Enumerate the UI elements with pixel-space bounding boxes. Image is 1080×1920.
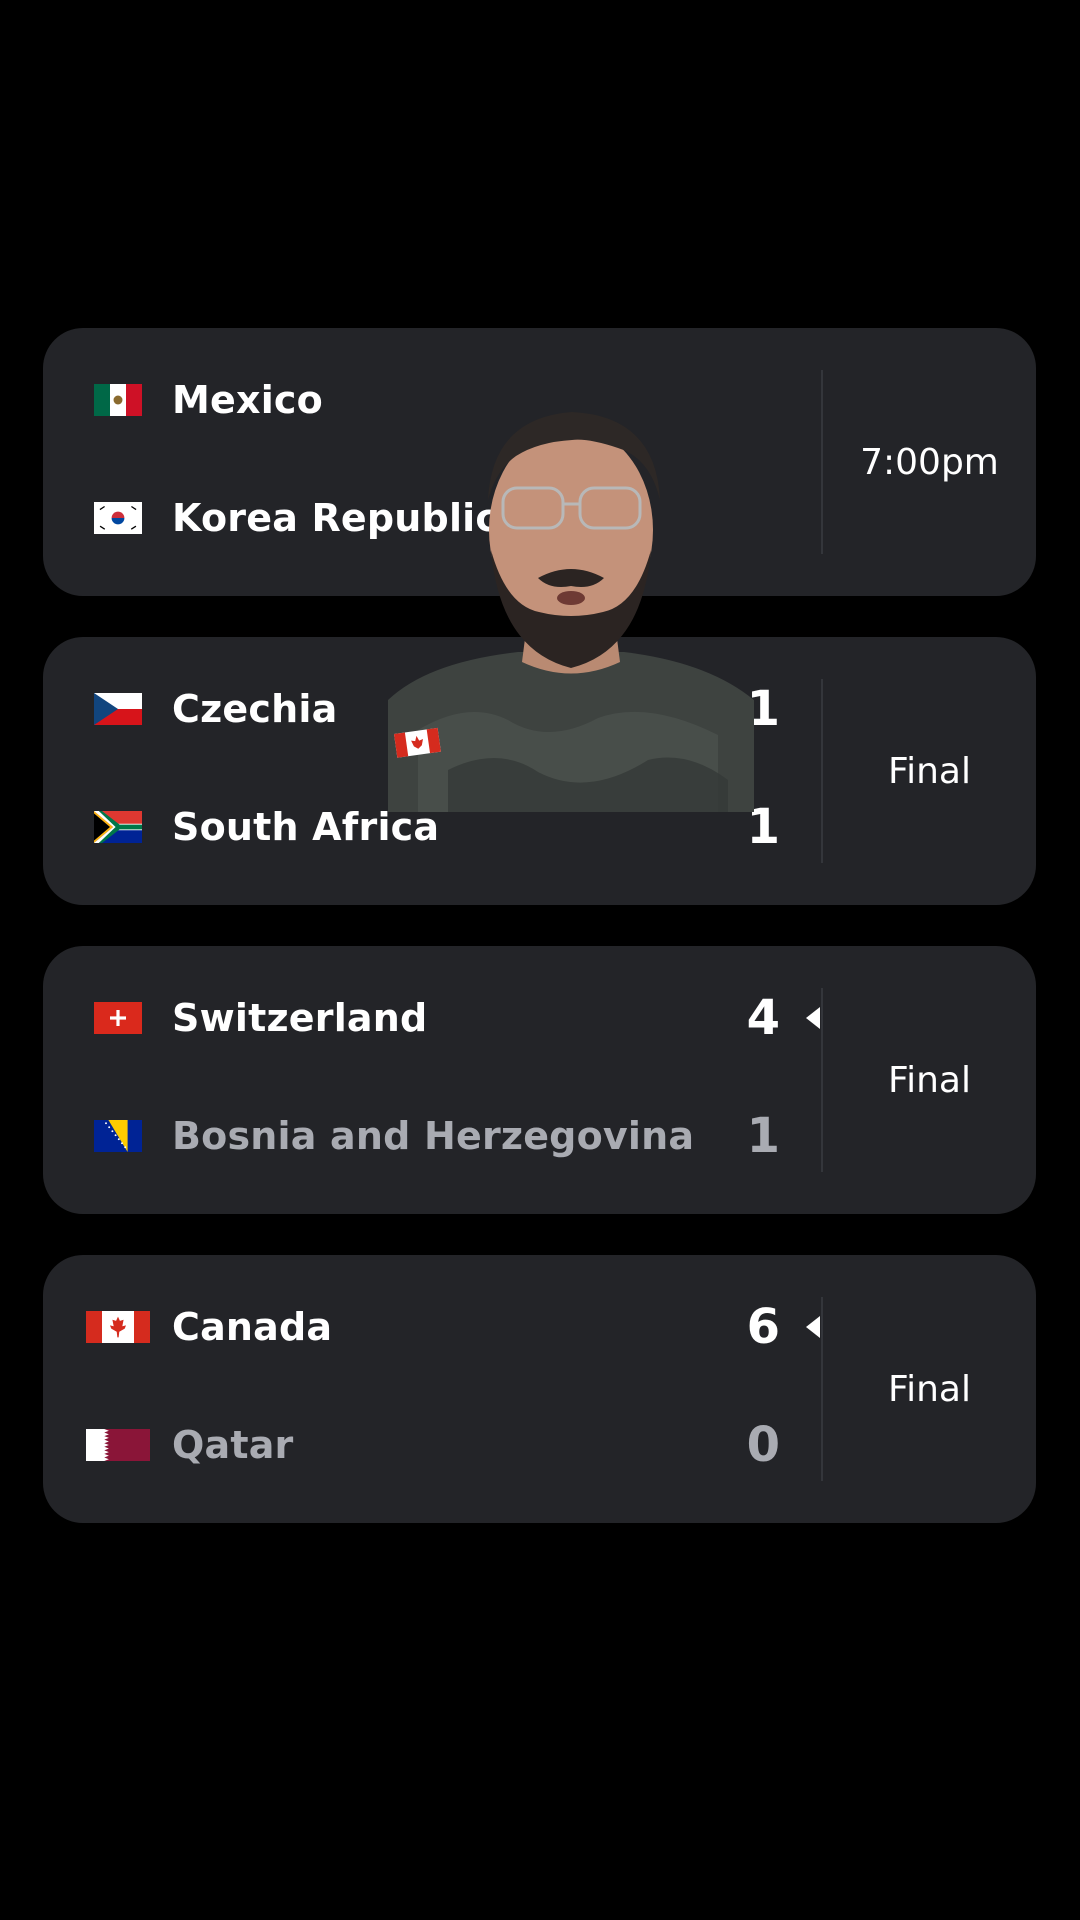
home-team-row: Switzerland 4 [86, 988, 826, 1048]
team-name: Canada [172, 1305, 333, 1349]
team-name: Bosnia and Herzegovina [172, 1114, 695, 1158]
match-card[interactable]: Canada 6 Qatar 0 Final [43, 1255, 1036, 1523]
qatar-flag-icon [86, 1429, 150, 1461]
team-name: Mexico [172, 378, 323, 422]
canada-flag-icon [86, 1311, 150, 1343]
match-status: Final [888, 1368, 971, 1410]
winner-arrow-icon [806, 1316, 820, 1338]
korea-flag-icon [94, 502, 142, 534]
team-score: 1 [746, 1108, 780, 1164]
match-status: Final [888, 750, 971, 792]
match-status: 7:00pm [860, 441, 999, 483]
team-score: 6 [746, 1299, 780, 1355]
team-score: 4 [746, 990, 780, 1046]
home-team-row: Canada 6 [86, 1297, 826, 1357]
match-card[interactable]: Switzerland 4 Bosnia and Herzegovina 1 F… [43, 946, 1036, 1214]
team-name: Czechia [172, 687, 338, 731]
switzerland-flag-icon [94, 1002, 142, 1034]
bosnia-flag-icon [94, 1120, 142, 1152]
away-team-row: Bosnia and Herzegovina 1 [86, 1106, 826, 1166]
czechia-flag-icon [94, 693, 142, 725]
winner-arrow-icon [806, 1007, 820, 1029]
team-name: Qatar [172, 1423, 294, 1467]
screen: Mexico Korea Republic 7:00pm Czechia 1 S… [0, 0, 1080, 1920]
team-score: 0 [746, 1417, 780, 1473]
mexico-flag-icon [94, 384, 142, 416]
team-name: Switzerland [172, 996, 428, 1040]
presenter-overlay-image [388, 412, 754, 812]
match-status: Final [888, 1059, 971, 1101]
away-team-row: Qatar 0 [86, 1415, 826, 1475]
south-africa-flag-icon [94, 811, 142, 843]
